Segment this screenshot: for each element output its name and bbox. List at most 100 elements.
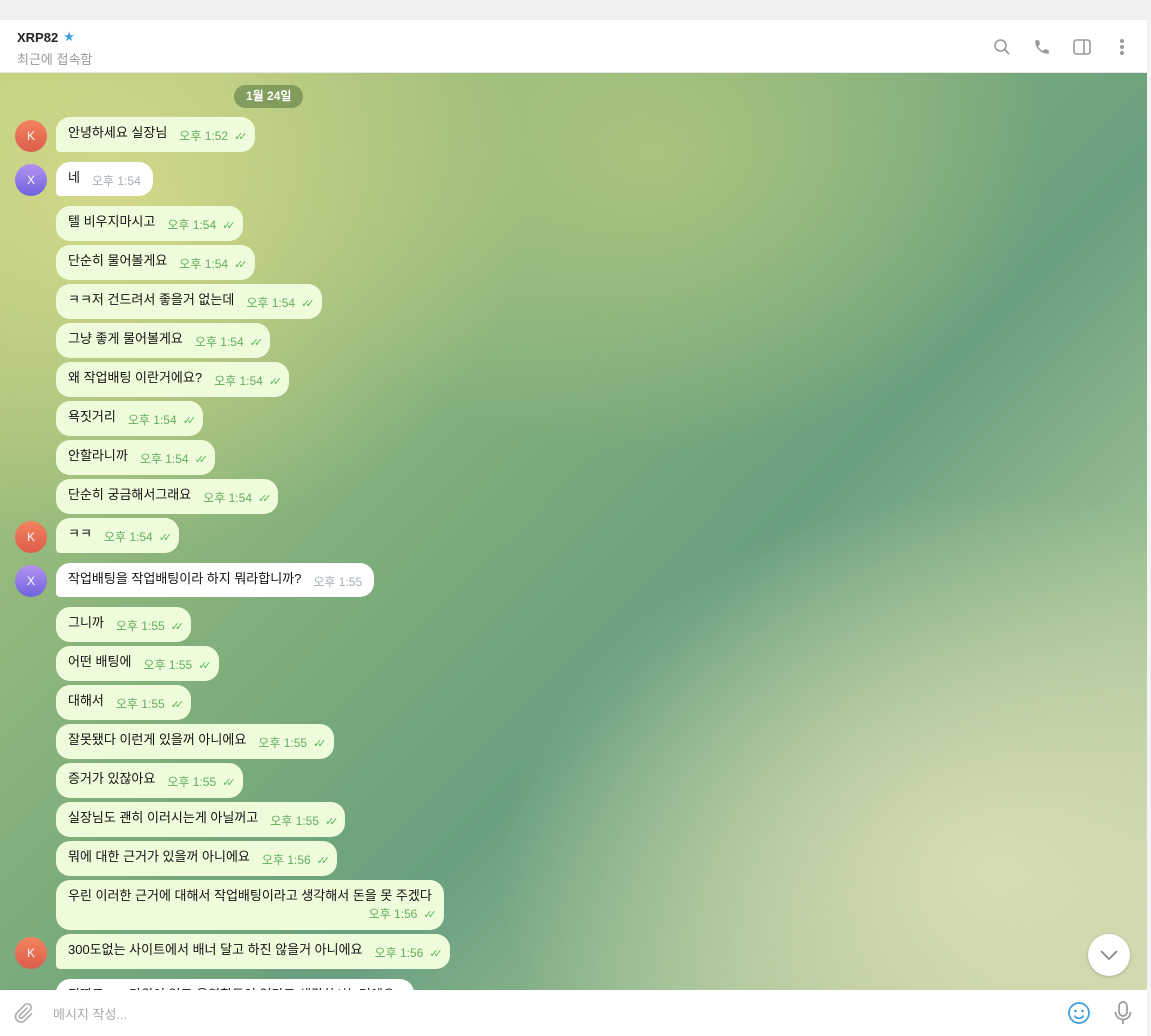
double-check-icon: ✓✓ — [222, 220, 230, 232]
double-check-icon: ✓✓ — [198, 660, 206, 672]
message-meta: 오후 1:54✓✓ — [140, 450, 203, 469]
message-text: 대해서 — [68, 693, 104, 708]
phone-icon[interactable] — [1031, 36, 1053, 58]
message-meta: 오후 1:54 ✓✓ — [167, 216, 230, 235]
star-icon: ★ — [63, 29, 75, 45]
avatar[interactable]: X — [15, 164, 47, 196]
message-text: 뭐에 대한 근거가 있을꺼 아니에요 — [68, 849, 250, 864]
message-text: 증거가 있잖아요 — [68, 771, 155, 786]
message-text: 실장님도 괜히 이러시는게 아닐꺼고 — [68, 810, 258, 825]
message-bubble[interactable]: 욕짓거리오후 1:54✓✓ — [56, 401, 203, 436]
double-check-icon: ✓✓ — [234, 259, 242, 271]
message-bubble[interactable]: 300도없는 사이트에서 배너 달고 하진 않을거 아니에요 오후 1:56✓✓ — [56, 934, 450, 969]
message-bubble[interactable]: 단순히 물어볼게요 오후 1:54✓✓ — [56, 245, 255, 280]
message-bubble[interactable]: 작업배팅을 작업배팅이라 하지 뭐라합니까?오후 1:55 — [56, 563, 374, 597]
avatar[interactable]: K — [15, 120, 47, 152]
message-bubble[interactable]: 실장님도 괜히 이러시는게 아닐꺼고 오후 1:55✓✓ — [56, 802, 345, 837]
message-input[interactable]: 메시지 작성... — [53, 1004, 127, 1023]
message-bubble[interactable]: ㅋㅋ저 건드려서 좋을거 없는데 오후 1:54✓✓ — [56, 284, 322, 319]
message-time: 오후 1:56 — [262, 853, 311, 867]
message-time: 오후 1:54 — [140, 452, 189, 466]
sidebar-toggle-icon[interactable] — [1071, 36, 1093, 58]
message-row: 뭐에 대한 근거가 있을꺼 아니에요오후 1:56✓✓ — [0, 841, 1147, 876]
more-vertical-icon[interactable] — [1111, 36, 1133, 58]
message-time: 오후 1:55 — [143, 658, 192, 672]
message-text: ㅋㅋ — [68, 526, 92, 541]
avatar[interactable]: K — [15, 937, 47, 969]
message-bubble[interactable]: 증거가 있잖아요오후 1:55✓✓ — [56, 763, 243, 798]
message-meta: 오후 1:54✓✓ — [128, 411, 191, 430]
message-text: 300도없는 사이트에서 배너 달고 하진 않을거 아니에요 — [68, 942, 363, 957]
chat-title[interactable]: XRP82 ★ — [17, 29, 75, 45]
double-check-icon: ✓✓ — [183, 415, 191, 427]
message-meta: 오후 1:54 — [92, 172, 141, 190]
message-meta: 오후 1:54✓✓ — [246, 294, 309, 313]
message-text: 어떤 배팅에 — [68, 654, 131, 669]
message-time: 오후 1:55 — [270, 814, 319, 828]
message-list[interactable]: 1월 24일 K안녕하세요 실장님오후 1:52✓✓X네오후 1:54텔 비우지… — [0, 73, 1147, 990]
contact-status: 최근에 접속함 — [17, 49, 92, 68]
message-text: 네 — [68, 170, 80, 185]
message-bubble[interactable]: 진짜로 300만원이 없고 운영할돈이 없다고 생각하시는거에요?오후 1:56 — [56, 979, 414, 990]
message-row: 잘못됐다 이런게 있을꺼 아니에요오후 1:55✓✓ — [0, 724, 1147, 759]
message-bubble[interactable]: 대해서 오후 1:55✓✓ — [56, 685, 191, 720]
message-row: 단순히 궁금해서그래요오후 1:54✓✓ — [0, 479, 1147, 514]
message-bubble[interactable]: 텔 비우지마시고 오후 1:54 ✓✓ — [56, 206, 243, 241]
attach-icon[interactable] — [12, 1001, 34, 1030]
message-composer: 메시지 작성... — [0, 990, 1147, 1036]
message-time: 오후 1:54 — [246, 296, 295, 310]
message-text: 안할라니까 — [68, 448, 128, 463]
message-meta: 오후 1:56✓✓ — [375, 944, 438, 963]
message-bubble[interactable]: 안녕하세요 실장님오후 1:52✓✓ — [56, 117, 255, 152]
message-row: 안할라니까 오후 1:54✓✓ — [0, 440, 1147, 475]
message-bubble[interactable]: ㅋㅋ 오후 1:54✓✓ — [56, 518, 179, 553]
message-time: 오후 1:56 — [369, 907, 418, 921]
message-meta: 오후 1:55✓✓ — [116, 617, 179, 636]
message-bubble[interactable]: 왜 작업배팅 이란거에요? 오후 1:54✓✓ — [56, 362, 289, 397]
avatar[interactable]: K — [15, 521, 47, 553]
message-row: 대해서 오후 1:55✓✓ — [0, 685, 1147, 720]
message-bubble[interactable]: 뭐에 대한 근거가 있을꺼 아니에요오후 1:56✓✓ — [56, 841, 337, 876]
microphone-icon[interactable] — [1113, 1001, 1133, 1030]
message-row: 실장님도 괜히 이러시는게 아닐꺼고 오후 1:55✓✓ — [0, 802, 1147, 837]
message-bubble[interactable]: 그니까 오후 1:55✓✓ — [56, 607, 191, 642]
message-bubble[interactable]: 잘못됐다 이런게 있을꺼 아니에요오후 1:55✓✓ — [56, 724, 334, 759]
message-meta: 오후 1:55✓✓ — [116, 695, 179, 714]
message-text: 그냥 좋게 물어볼게요 — [68, 331, 183, 346]
message-text: 그니까 — [68, 615, 104, 630]
message-text: 단순히 물어볼게요 — [68, 253, 167, 268]
message-time: 오후 1:54 — [167, 218, 216, 232]
message-bubble[interactable]: 단순히 궁금해서그래요오후 1:54✓✓ — [56, 479, 278, 514]
message-meta: 오후 1:55✓✓ — [270, 812, 333, 831]
message-time: 오후 1:55 — [116, 697, 165, 711]
search-icon[interactable] — [991, 36, 1013, 58]
message-bubble[interactable]: 안할라니까 오후 1:54✓✓ — [56, 440, 215, 475]
message-bubble[interactable]: 어떤 배팅에 오후 1:55 ✓✓ — [56, 646, 219, 681]
message-text: 텔 비우지마시고 — [68, 214, 155, 229]
message-meta: 오후 1:54✓✓ — [104, 528, 167, 547]
message-meta: 오후 1:54✓✓ — [179, 255, 242, 274]
message-time: 오후 1:54 — [195, 335, 244, 349]
message-meta: 오후 1:52✓✓ — [179, 127, 242, 146]
message-bubble[interactable]: 네 오후 1:54 — [56, 162, 153, 196]
message-row: 단순히 물어볼게요 오후 1:54✓✓ — [0, 245, 1147, 280]
message-row: 왜 작업배팅 이란거에요? 오후 1:54✓✓ — [0, 362, 1147, 397]
message-text: 작업배팅을 작업배팅이라 하지 뭐라합니까? — [68, 571, 301, 586]
chevron-down-icon — [1100, 950, 1118, 960]
scroll-to-bottom-button[interactable] — [1088, 934, 1130, 976]
message-text: ㅋㅋ저 건드려서 좋을거 없는데 — [68, 292, 234, 307]
double-check-icon: ✓✓ — [313, 738, 321, 750]
message-bubble[interactable]: 우린 이러한 근거에 대해서 작업배팅이라고 생각해서 돈을 못 주겠다오후 1… — [56, 880, 444, 930]
message-row: ㅋㅋ저 건드려서 좋을거 없는데 오후 1:54✓✓ — [0, 284, 1147, 319]
emoji-icon[interactable] — [1067, 1001, 1091, 1030]
avatar[interactable]: X — [15, 565, 47, 597]
chat-header: XRP82 ★ 최근에 접속함 — [0, 20, 1147, 73]
message-text: 단순히 궁금해서그래요 — [68, 487, 191, 502]
message-row: 우린 이러한 근거에 대해서 작업배팅이라고 생각해서 돈을 못 주겠다오후 1… — [0, 880, 1147, 930]
message-text: 왜 작업배팅 이란거에요? — [68, 370, 202, 385]
message-bubble[interactable]: 그냥 좋게 물어볼게요 오후 1:54 ✓✓ — [56, 323, 270, 358]
message-meta: 오후 1:54✓✓ — [214, 372, 277, 391]
double-check-icon: ✓✓ — [222, 777, 230, 789]
message-row: K ㅋㅋ 오후 1:54✓✓ — [0, 518, 1147, 553]
double-check-icon: ✓✓ — [250, 337, 258, 349]
